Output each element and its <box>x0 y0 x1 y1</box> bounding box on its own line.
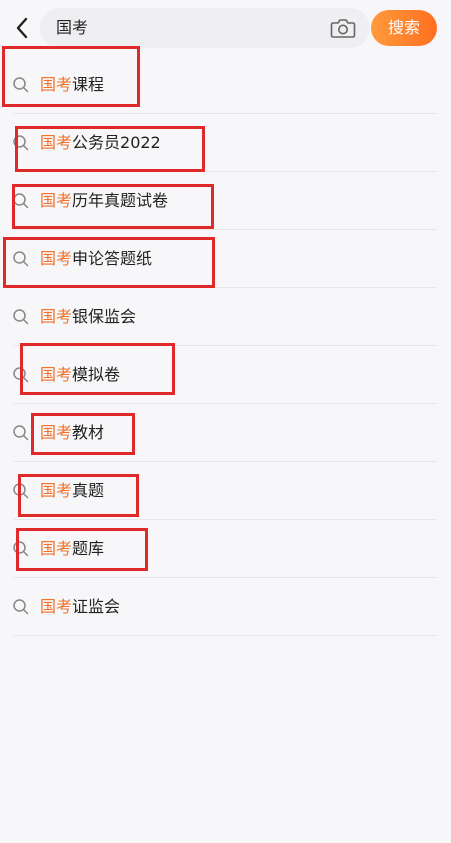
suggestion-rest: 真题 <box>72 481 105 500</box>
search-icon <box>13 309 29 325</box>
suggestion-highlight: 国考 <box>40 133 73 152</box>
suggestion-rest: 模拟卷 <box>72 365 121 384</box>
suggestion-label: 国考申论答题纸 <box>40 230 152 288</box>
suggestion-rest: 银保监会 <box>72 307 137 326</box>
suggestion-item[interactable]: 国考课程 <box>0 56 451 114</box>
suggestion-highlight: 国考 <box>40 249 73 268</box>
suggestion-item[interactable]: 国考题库 <box>0 520 451 578</box>
suggestion-rest: 证监会 <box>72 597 121 616</box>
suggestion-highlight: 国考 <box>40 307 73 326</box>
search-icon <box>13 425 29 441</box>
suggestion-item[interactable]: 国考模拟卷 <box>0 346 451 404</box>
suggestion-list: 国考课程 国考公务员2022 国考历年真题试卷 国考申论答题纸 国考银保监会 国… <box>0 56 451 636</box>
suggestion-label: 国考真题 <box>40 462 104 520</box>
suggestion-rest: 题库 <box>72 539 105 558</box>
suggestion-label: 国考教材 <box>40 404 104 462</box>
top-bar: 国考 搜索 <box>0 0 451 56</box>
suggestion-rest: 公务员2022 <box>72 133 161 152</box>
search-icon <box>13 367 29 383</box>
search-icon <box>13 251 29 267</box>
suggestion-rest: 教材 <box>72 423 105 442</box>
suggestion-highlight: 国考 <box>40 539 73 558</box>
search-icon <box>13 483 29 499</box>
camera-icon[interactable] <box>330 17 356 39</box>
search-icon <box>13 135 29 151</box>
suggestion-highlight: 国考 <box>40 597 73 616</box>
chevron-left-icon <box>16 17 28 39</box>
suggestion-highlight: 国考 <box>40 365 73 384</box>
suggestion-item[interactable]: 国考历年真题试卷 <box>0 172 451 230</box>
search-icon <box>13 541 29 557</box>
suggestion-label: 国考银保监会 <box>40 288 136 346</box>
search-button[interactable]: 搜索 <box>371 10 437 46</box>
suggestion-label: 国考公务员2022 <box>40 114 161 172</box>
suggestion-item[interactable]: 国考教材 <box>0 404 451 462</box>
suggestion-rest: 申论答题纸 <box>72 249 153 268</box>
search-query-text: 国考 <box>56 18 89 37</box>
search-icon <box>13 599 29 615</box>
search-icon <box>13 77 29 93</box>
back-button[interactable] <box>10 14 34 42</box>
suggestion-item[interactable]: 国考证监会 <box>0 578 451 636</box>
suggestion-item[interactable]: 国考申论答题纸 <box>0 230 451 288</box>
suggestion-label: 国考证监会 <box>40 578 120 636</box>
suggestion-label: 国考题库 <box>40 520 104 578</box>
suggestion-item[interactable]: 国考公务员2022 <box>0 114 451 172</box>
suggestion-label: 国考课程 <box>40 56 104 114</box>
suggestion-highlight: 国考 <box>40 75 73 94</box>
suggestion-highlight: 国考 <box>40 191 73 210</box>
suggestion-label: 国考历年真题试卷 <box>40 172 168 230</box>
suggestion-label: 国考模拟卷 <box>40 346 120 404</box>
suggestion-rest: 课程 <box>72 75 105 94</box>
suggestion-item[interactable]: 国考银保监会 <box>0 288 451 346</box>
search-icon <box>13 193 29 209</box>
divider <box>14 635 437 636</box>
suggestion-highlight: 国考 <box>40 423 73 442</box>
suggestion-highlight: 国考 <box>40 481 73 500</box>
search-input[interactable]: 国考 <box>40 8 370 48</box>
suggestion-rest: 历年真题试卷 <box>72 191 169 210</box>
suggestion-item[interactable]: 国考真题 <box>0 462 451 520</box>
